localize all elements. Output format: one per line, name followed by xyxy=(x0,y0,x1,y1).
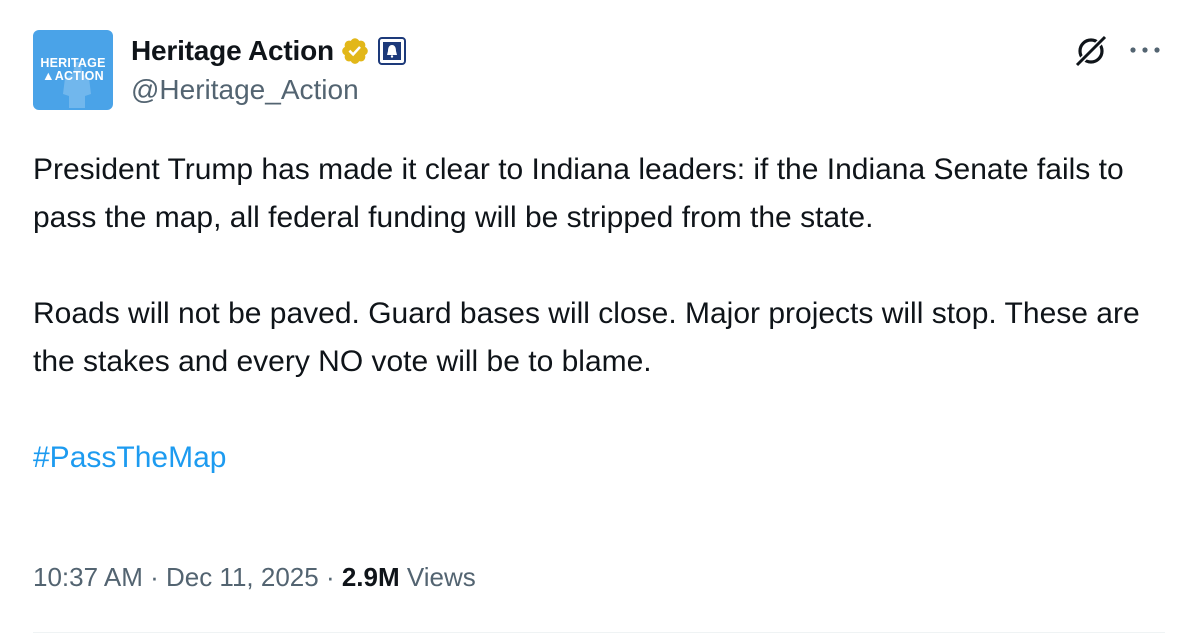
affiliate-badge[interactable] xyxy=(377,37,406,65)
more-icon[interactable] xyxy=(1128,38,1162,62)
tweet-paragraph-1: President Trump has made it clear to Ind… xyxy=(33,153,1124,234)
tweet: HERITAGE ▲ACTION Heritage Action @Herita… xyxy=(0,0,1198,638)
hashtag-link[interactable]: #PassTheMap xyxy=(33,441,226,474)
meta-separator: · xyxy=(318,562,342,592)
timestamp-time[interactable]: 10:37 AM xyxy=(33,562,143,592)
divider xyxy=(33,632,1165,633)
views-count[interactable]: 2.9M xyxy=(342,562,400,592)
timestamp-date[interactable]: Dec 11, 2025 xyxy=(166,562,319,592)
tweet-meta: 10:37 AM · Dec 11, 2025 · 2.9M Views xyxy=(33,562,476,593)
views-label: Views xyxy=(399,562,476,592)
avatar[interactable]: HERITAGE ▲ACTION xyxy=(33,30,113,110)
display-name[interactable]: Heritage Action xyxy=(131,35,334,67)
tweet-text: President Trump has made it clear to Ind… xyxy=(33,146,1173,482)
grok-icon[interactable] xyxy=(1072,32,1110,70)
verified-badge-icon[interactable] xyxy=(340,36,370,66)
meta-separator: · xyxy=(142,562,166,592)
liberty-bell-icon xyxy=(382,42,401,60)
tweet-paragraph-2: Roads will not be paved. Guard bases wil… xyxy=(33,297,1140,378)
name-row: Heritage Action xyxy=(131,34,406,68)
handle[interactable]: @Heritage_Action xyxy=(131,74,359,106)
bell-mini-icon: ▲ xyxy=(42,69,55,83)
statue-watermark-icon xyxy=(63,62,91,108)
